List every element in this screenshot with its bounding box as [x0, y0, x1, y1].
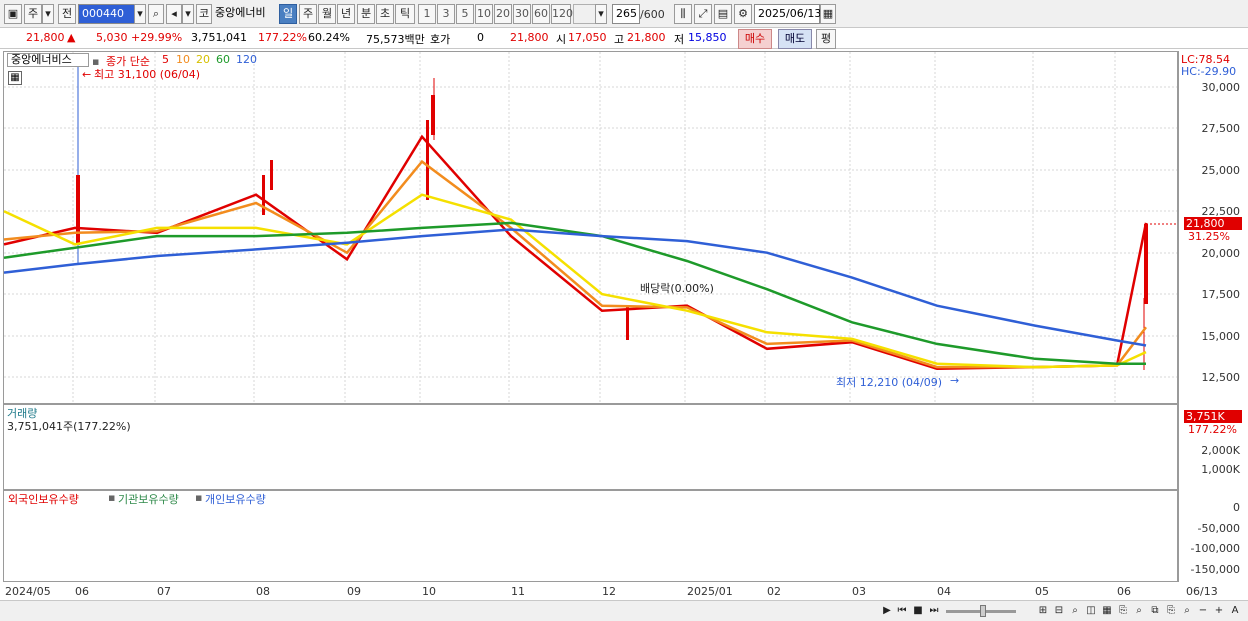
- date-label: 08: [256, 585, 270, 598]
- export-icon[interactable]: ⎘: [1116, 604, 1130, 618]
- magnifier-icon[interactable]: ⌕: [1132, 604, 1146, 618]
- window-icon[interactable]: ⧉: [1148, 604, 1162, 618]
- high-arrow-marker: ←: [82, 68, 91, 81]
- date-label: 04: [937, 585, 951, 598]
- layout2-icon[interactable]: ⊟: [1052, 604, 1066, 618]
- date-label: 07: [157, 585, 171, 598]
- date-label: 05: [1035, 585, 1049, 598]
- date-label: 09: [347, 585, 361, 598]
- zoom-out-icon[interactable]: −: [1196, 604, 1210, 618]
- high-annotation: 최고 31,100 (06/04): [94, 68, 201, 81]
- ma-line-60: [3, 221, 1146, 365]
- low-annotation: 최저 12,210 (04/09): [836, 376, 943, 389]
- date-label: 10: [422, 585, 436, 598]
- copy-icon[interactable]: ⎘: [1164, 604, 1178, 618]
- dividend-annotation: 배당락(0.00%): [640, 282, 714, 295]
- stop-icon[interactable]: ■: [911, 604, 925, 618]
- ma-line-5: [3, 134, 1148, 370]
- volume-badge: 3,751K: [1184, 410, 1242, 423]
- ma-line-20: [3, 193, 1147, 369]
- scroll-last-icon[interactable]: ⏭: [927, 604, 941, 618]
- chart-scroll-bar: ▶ ⏮ ■ ⏭ ⊞ ⊟ ⌕ ◫ ▦ ⎘ ⌕ ⧉ ⎘ ⌕ − + A: [0, 600, 1248, 621]
- ma20-label[interactable]: 20: [196, 53, 210, 66]
- zoom-plus-icon[interactable]: +: [1212, 604, 1226, 618]
- date-label: 2024/05: [5, 585, 51, 598]
- date-label: 06: [75, 585, 89, 598]
- date-label: 06: [1117, 585, 1131, 598]
- table-icon[interactable]: ▦: [8, 71, 22, 85]
- chart-type-icon[interactable]: ◫: [1084, 604, 1098, 618]
- ma60-label[interactable]: 60: [216, 53, 230, 66]
- date-label: 11: [511, 585, 525, 598]
- date-label: 2025/01: [687, 585, 733, 598]
- candlesticks: [76, 60, 1148, 370]
- legend-marker-icon: ▪: [108, 491, 116, 504]
- foreign-legend[interactable]: 외국인보유수량: [8, 491, 79, 507]
- date-label: 03: [852, 585, 866, 598]
- ma10-label[interactable]: 10: [176, 53, 190, 66]
- zoom-slider-handle[interactable]: [980, 605, 986, 617]
- volume-value: 3,751,041주(177.22%): [7, 420, 131, 433]
- date-label-current: 06/13: [1186, 585, 1218, 598]
- low-arrow-marker: →: [950, 374, 959, 387]
- scroll-first-icon[interactable]: ⏮: [895, 604, 909, 618]
- holdings-tick: -150,000: [1190, 563, 1240, 576]
- volume-badge-pct: 177.22%: [1188, 423, 1237, 436]
- ma120-label[interactable]: 120: [236, 53, 257, 66]
- institution-legend[interactable]: 기관보유수량: [118, 491, 179, 507]
- grid-icon[interactable]: ▦: [1100, 604, 1114, 618]
- ma-line-10: [3, 159, 1147, 369]
- legend-marker-icon: ▪: [195, 491, 203, 504]
- stock-name-tag[interactable]: 중앙에너비스: [7, 53, 89, 67]
- holdings-tick: -100,000: [1190, 542, 1240, 555]
- zoom-in-icon[interactable]: ⌕: [1068, 604, 1082, 618]
- scroll-right-icon[interactable]: ▶: [880, 604, 894, 618]
- holdings-panel[interactable]: [3, 490, 1178, 582]
- individual-legend[interactable]: 개인보유수량: [205, 491, 266, 507]
- ma5-label[interactable]: 5: [162, 53, 169, 66]
- holdings-tick: -50,000: [1197, 522, 1240, 535]
- volume-tick: 2,000K: [1201, 444, 1240, 457]
- volume-tick: 1,000K: [1201, 463, 1240, 476]
- date-label: 02: [767, 585, 781, 598]
- holdings-axis: 0 -50,000 -100,000 -150,000: [1178, 490, 1248, 582]
- volume-panel[interactable]: [3, 404, 1178, 490]
- layout-icon[interactable]: ⊞: [1036, 604, 1050, 618]
- date-label: 12: [602, 585, 616, 598]
- holdings-tick: 0: [1233, 501, 1240, 514]
- font-size-icon[interactable]: A: [1228, 604, 1242, 618]
- moving-average-lines: [3, 134, 1148, 370]
- search-zoom-icon[interactable]: ⌕: [1180, 604, 1194, 618]
